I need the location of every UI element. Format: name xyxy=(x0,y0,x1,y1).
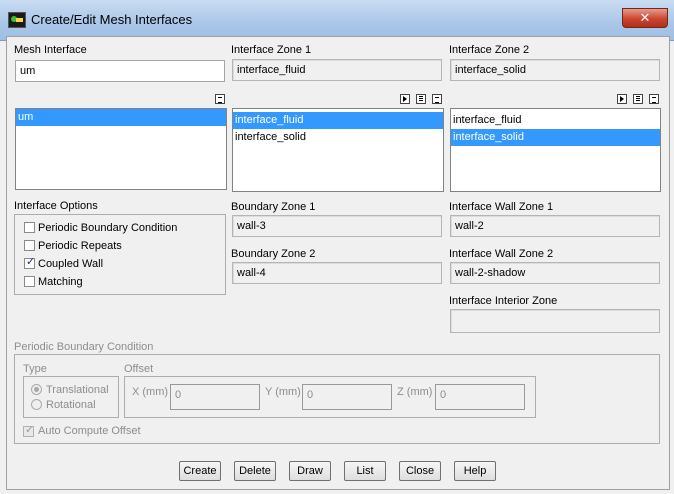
filter-icon[interactable] xyxy=(649,94,659,104)
list-item[interactable]: interface_fluid xyxy=(233,112,443,129)
deselect-all-icon[interactable] xyxy=(633,94,643,104)
filter-icon[interactable] xyxy=(215,94,225,104)
periodic-boundary-condition-checkbox[interactable] xyxy=(24,222,35,233)
rotational-radio[interactable] xyxy=(31,399,42,410)
coupled-wall-checkbox[interactable]: ✓ xyxy=(24,256,36,269)
draw-button[interactable]: Draw xyxy=(289,461,331,481)
interface-zone-1-field: interface_fluid xyxy=(232,59,442,81)
matching-checkbox[interactable] xyxy=(24,276,35,287)
y-offset-input[interactable]: 0 xyxy=(302,384,392,410)
y-offset-label: Y (mm) xyxy=(265,386,301,398)
window-title: Create/Edit Mesh Interfaces xyxy=(31,12,193,27)
interface-zone-1-label: Interface Zone 1 xyxy=(231,44,312,56)
z-offset-input[interactable]: 0 xyxy=(435,384,525,410)
select-all-icon[interactable] xyxy=(617,94,627,104)
mesh-interface-label: Mesh Interface xyxy=(14,44,87,56)
interface-zone-2-field: interface_solid xyxy=(450,59,660,81)
close-button[interactable]: Close xyxy=(399,461,441,481)
interface-zone-2-list[interactable]: interface_fluid interface_solid xyxy=(450,108,661,192)
title-bar: Create/Edit Mesh Interfaces ✕ xyxy=(0,0,674,41)
list-item[interactable]: um xyxy=(16,109,226,126)
interface-interior-zone-label: Interface Interior Zone xyxy=(449,295,558,307)
deselect-all-icon[interactable] xyxy=(416,94,426,104)
interface-zone-2-label: Interface Zone 2 xyxy=(449,44,530,56)
auto-compute-offset-label: Auto Compute Offset xyxy=(38,425,141,437)
type-label: Type xyxy=(23,363,47,375)
interface-wall-zone-2-field: wall-2-shadow xyxy=(450,262,660,284)
interface-zone-1-list[interactable]: interface_fluid interface_solid xyxy=(232,108,444,192)
mesh-interface-list[interactable]: um xyxy=(15,108,227,190)
type-group xyxy=(23,376,119,418)
check-icon: ✓ xyxy=(25,424,35,436)
interface-interior-zone-field xyxy=(450,309,660,333)
help-button[interactable]: Help xyxy=(454,461,496,481)
z-offset-label: Z (mm) xyxy=(397,386,433,398)
boundary-zone-2-field: wall-4 xyxy=(232,262,442,284)
interface-wall-zone-1-label: Interface Wall Zone 1 xyxy=(449,201,554,213)
x-offset-input[interactable]: 0 xyxy=(170,384,260,410)
app-icon xyxy=(8,12,26,28)
periodic-bc-section-label: Periodic Boundary Condition xyxy=(14,341,154,353)
radio-label: Translational xyxy=(46,384,109,396)
boundary-zone-1-field: wall-3 xyxy=(232,215,442,237)
mesh-interface-input[interactable]: um xyxy=(15,60,225,82)
list-item[interactable]: interface_solid xyxy=(233,129,443,146)
check-icon: ✓ xyxy=(26,256,36,268)
interface-options-label: Interface Options xyxy=(14,200,98,212)
delete-button[interactable]: Delete xyxy=(234,461,276,481)
offset-label: Offset xyxy=(124,363,154,375)
boundary-zone-1-label: Boundary Zone 1 xyxy=(231,201,316,213)
window-close-button[interactable]: ✕ xyxy=(622,8,668,28)
interface-wall-zone-1-field: wall-2 xyxy=(450,215,660,237)
create-button[interactable]: Create xyxy=(179,461,221,481)
auto-compute-offset-checkbox[interactable]: ✓ xyxy=(23,424,35,437)
filter-icon[interactable] xyxy=(432,94,442,104)
option-label: Matching xyxy=(38,276,83,288)
periodic-repeats-checkbox[interactable] xyxy=(24,240,35,251)
list-button[interactable]: List xyxy=(344,461,386,481)
interface-wall-zone-2-label: Interface Wall Zone 2 xyxy=(449,248,554,260)
option-label: Coupled Wall xyxy=(38,258,104,270)
radio-label: Rotational xyxy=(46,399,96,411)
x-offset-label: X (mm) xyxy=(132,386,169,398)
translational-radio[interactable] xyxy=(31,384,42,395)
select-all-icon[interactable] xyxy=(400,94,410,104)
list-item[interactable]: interface_solid xyxy=(451,129,660,146)
boundary-zone-2-label: Boundary Zone 2 xyxy=(231,248,316,260)
list-item[interactable]: interface_fluid xyxy=(451,112,660,129)
option-label: Periodic Repeats xyxy=(38,240,122,252)
option-label: Periodic Boundary Condition xyxy=(38,222,178,234)
